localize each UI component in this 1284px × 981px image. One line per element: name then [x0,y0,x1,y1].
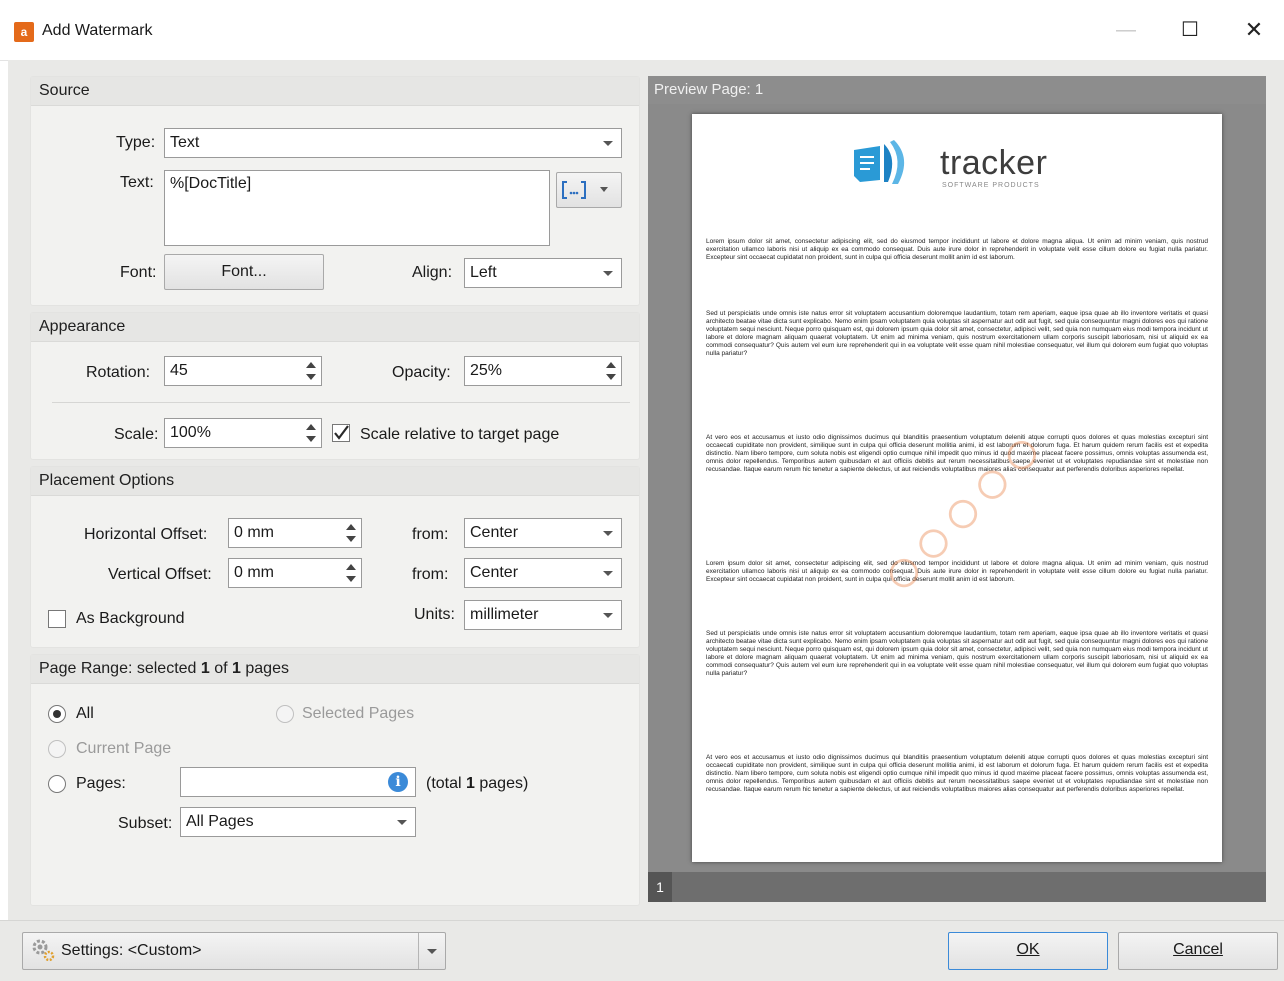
close-button[interactable]: ✕ [1232,12,1276,48]
maximize-button[interactable]: ☐ [1168,12,1212,48]
pages-input[interactable] [180,767,416,797]
type-value: Text [170,134,200,151]
units-label: Units: [414,606,455,623]
as-background-label: As Background [76,610,185,627]
preview-paragraph: Sed ut perspiciatis unde omnis iste natu… [706,310,1208,357]
preview-paragraph: Lorem ipsum dolor sit amet, consectetur … [706,238,1208,261]
spin-arrows-icon[interactable] [346,523,356,543]
as-background-checkbox[interactable] [48,610,66,628]
preview-footer [648,872,1266,902]
spin-arrows-icon[interactable] [306,361,316,381]
vertical-from-value: Center [470,564,519,581]
current-page-label: Current Page [76,740,172,757]
total-pages-label: (total 1 pages) [426,775,529,792]
text-value: %[DocTitle] [170,175,252,192]
cancel-button[interactable]: Cancel [1118,932,1278,970]
spin-arrows-icon[interactable] [306,423,316,443]
units-select[interactable]: millimeter [464,600,622,630]
divider [52,402,630,403]
scale-relative-checkbox[interactable] [332,424,350,442]
preview-paragraph: At vero eos et accusamus et iusto odio d… [706,754,1208,793]
font-label: Font: [120,264,157,281]
all-radio[interactable] [48,705,66,723]
horizontal-from-value: Center [470,524,519,541]
settings-dropdown[interactable]: Settings: <Custom> [22,932,446,970]
text-label: Text: [120,174,154,191]
vertical-from-select[interactable]: Center [464,558,622,588]
selected-pages-label: Selected Pages [302,705,415,722]
settings-label: Settings: <Custom> [61,942,202,959]
appearance-heading: Appearance [31,313,639,342]
scale-relative-label: Scale relative to target page [360,426,560,443]
preview-page: tracker SOFTWARE PRODUCTS Lorem ipsum do… [692,114,1222,862]
horizontal-offset-value: 0 mm [234,524,274,541]
source-heading: Source [31,77,639,106]
minimize-button[interactable]: — [1104,12,1148,48]
opacity-value: 25% [470,362,503,379]
placement-heading: Placement Options [31,467,639,496]
tracker-logo-subtext: SOFTWARE PRODUCTS [942,182,1040,189]
rotation-value: 45 [170,362,188,379]
title-bar: a Add Watermark — ☐ ✕ [0,0,1284,61]
text-input[interactable]: %[DocTitle] [164,170,550,246]
pages-radio[interactable] [48,775,66,793]
horizontal-offset-spinner[interactable]: 0 mm [228,518,362,548]
vertical-from-label: from: [412,566,449,583]
app-icon: a [14,22,34,42]
chevron-down-icon[interactable] [418,933,445,969]
window-title: Add Watermark [42,22,153,39]
type-select[interactable]: Text [164,128,622,158]
align-select[interactable]: Left [464,258,622,288]
horizontal-from-label: from: [412,526,449,543]
subset-value: All Pages [186,813,254,830]
scale-spinner[interactable]: 100% [164,418,322,448]
scale-value: 100% [170,424,211,441]
page-range-heading: Page Range: selected 1 of 1 pages [31,655,639,684]
align-value: Left [470,264,497,281]
gear-icon [32,939,55,962]
rotation-label: Rotation: [86,364,151,381]
preview-paragraph: Sed ut perspiciatis unde omnis iste natu… [706,630,1208,677]
vertical-offset-label: Vertical Offset: [108,566,212,583]
current-page-radio[interactable] [48,740,66,758]
spin-arrows-icon[interactable] [346,563,356,583]
horizontal-offset-label: Horizontal Offset: [84,526,208,543]
spin-arrows-icon[interactable] [606,361,616,381]
page-number-thumb[interactable]: 1 [648,872,672,902]
tracker-logo-text: tracker [940,144,1048,182]
vertical-offset-value: 0 mm [234,564,274,581]
macro-bracket-icon [562,181,608,199]
align-label: Align: [412,264,453,281]
selected-pages-radio[interactable] [276,705,294,723]
horizontal-from-select[interactable]: Center [464,518,622,548]
rotation-spinner[interactable]: 45 [164,356,322,386]
type-label: Type: [116,134,156,151]
checkmark-icon [334,425,349,440]
font-button[interactable]: Font... [164,254,324,290]
pages-label: Pages: [76,775,126,792]
watermark-preview: ○○○○○ [862,411,1062,611]
tracker-logo-icon [854,140,905,184]
units-value: millimeter [470,606,539,623]
ok-button[interactable]: OK [948,932,1108,970]
opacity-spinner[interactable]: 25% [464,356,622,386]
subset-label: Subset: [118,815,173,832]
scale-label: Scale: [114,426,159,443]
subset-select[interactable]: All Pages [180,807,416,837]
all-label: All [76,705,94,722]
vertical-offset-spinner[interactable]: 0 mm [228,558,362,588]
opacity-label: Opacity: [392,364,451,381]
insert-macro-button[interactable] [556,172,622,208]
info-icon[interactable]: i [388,772,408,792]
preview-heading: Preview Page: 1 [648,76,1266,104]
